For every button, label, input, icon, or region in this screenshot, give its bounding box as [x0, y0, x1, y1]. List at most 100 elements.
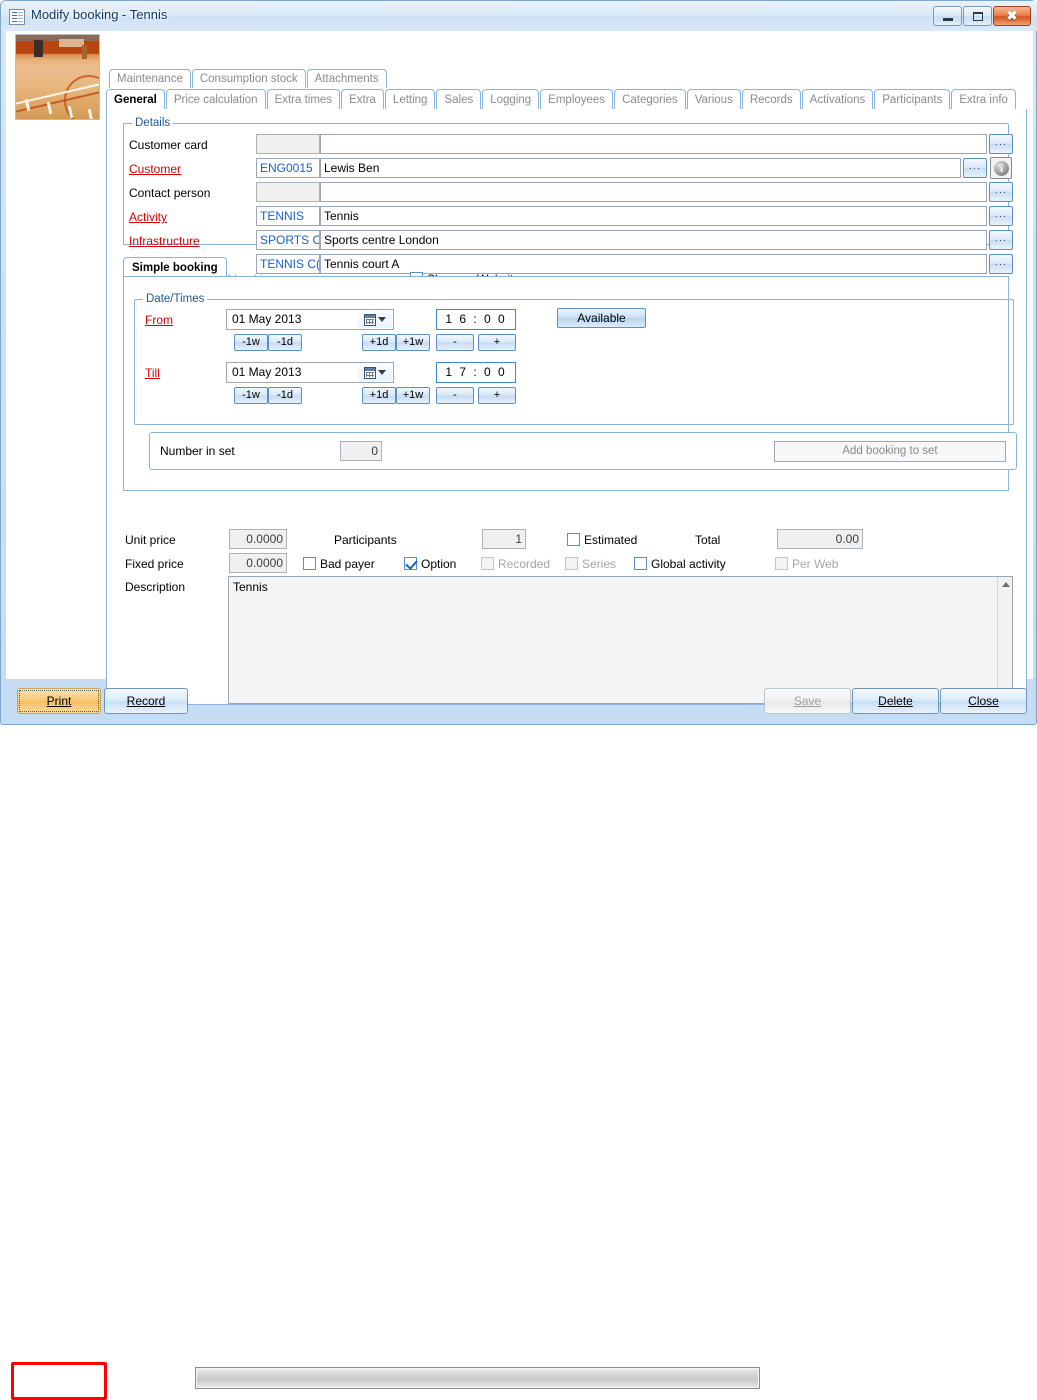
window-icon: [9, 9, 25, 25]
from-date-field[interactable]: 01 May 2013: [226, 309, 394, 330]
minimize-button[interactable]: [933, 6, 962, 26]
from-minus-day-button[interactable]: -1d: [268, 334, 302, 351]
activity-code-field[interactable]: TENNIS: [256, 206, 320, 226]
from-minus-week-button[interactable]: -1w: [234, 334, 268, 351]
infrastructure-browse-button[interactable]: ...: [989, 230, 1013, 250]
secondary-tab-row: Maintenance Consumption stock Attachments: [109, 69, 1029, 89]
till-plus-week-button[interactable]: +1w: [396, 387, 430, 404]
record-button[interactable]: Record: [104, 688, 188, 714]
unit-price-label: Unit price: [125, 533, 176, 547]
till-label[interactable]: Till: [145, 366, 160, 380]
activity-name-field[interactable]: Tennis: [320, 206, 987, 226]
delete-button[interactable]: Delete: [852, 688, 939, 714]
activity-browse-button[interactable]: ...: [989, 206, 1013, 226]
fixed-price-field[interactable]: 0.0000: [229, 553, 287, 573]
till-minus-day-button[interactable]: -1d: [268, 387, 302, 404]
available-button[interactable]: Available: [557, 308, 646, 328]
close-button-label: Close: [968, 694, 999, 708]
customer-label[interactable]: Customer: [129, 162, 181, 176]
customer-info-icon[interactable]: [990, 157, 1012, 179]
per-web-checkbox: Per Web: [775, 557, 838, 571]
customer-name-field[interactable]: Lewis Ben: [320, 158, 961, 178]
contact-person-browse-button[interactable]: ...: [989, 182, 1013, 202]
infrastructure-code-field[interactable]: SPORTS C: [256, 230, 320, 250]
add-booking-to-set-button[interactable]: Add booking to set: [774, 441, 1006, 462]
chevron-down-icon: [378, 317, 386, 322]
till-minus-week-button[interactable]: -1w: [234, 387, 268, 404]
till-plus-day-button[interactable]: +1d: [362, 387, 396, 404]
tab-simple-booking[interactable]: Simple booking: [123, 257, 227, 277]
tab-attachments[interactable]: Attachments: [307, 69, 387, 88]
tab-categories[interactable]: Categories: [614, 89, 686, 109]
participants-field[interactable]: 1: [482, 529, 526, 549]
estimated-checkbox-box[interactable]: [567, 533, 580, 546]
print-button[interactable]: Print: [17, 688, 101, 714]
date-times-caption: Date/Times: [143, 293, 207, 305]
estimated-checkbox[interactable]: Estimated: [567, 533, 637, 547]
booking-mode-tab-row: Simple booking: [123, 257, 1009, 277]
tab-participants[interactable]: Participants: [874, 89, 950, 109]
scroll-up-arrow-icon[interactable]: [998, 577, 1013, 592]
bad-payer-checkbox-box[interactable]: [303, 557, 316, 570]
tab-label: Letting: [393, 94, 428, 106]
maximize-button[interactable]: [963, 6, 992, 26]
till-date-value: 01 May 2013: [232, 365, 301, 379]
tab-various[interactable]: Various: [687, 89, 741, 109]
customer-card-browse-button[interactable]: ...: [989, 134, 1013, 154]
from-label[interactable]: From: [145, 313, 173, 327]
from-date-picker-button[interactable]: [358, 311, 392, 328]
customer-card-code-field[interactable]: [256, 134, 320, 154]
till-time-plus-button[interactable]: +: [478, 387, 516, 404]
option-checkbox-box[interactable]: [404, 557, 417, 570]
bad-payer-checkbox[interactable]: Bad payer: [303, 557, 375, 571]
tab-sales[interactable]: Sales: [436, 89, 481, 109]
footer-bar: Print Record Save Delete Close: [1, 679, 1037, 726]
save-button: Save: [764, 688, 851, 714]
close-window-button[interactable]: ✖: [993, 6, 1031, 26]
modify-booking-window: Modify booking - Tennis ✖ Maintenance: [0, 0, 1037, 725]
customer-code-field[interactable]: ENG0015: [256, 158, 320, 178]
unit-price-field[interactable]: 0.0000: [229, 529, 287, 549]
contact-person-name-field[interactable]: [320, 182, 987, 202]
till-time-minus-button[interactable]: -: [436, 387, 474, 404]
close-button[interactable]: Close: [940, 688, 1027, 714]
from-time-minus-button[interactable]: -: [436, 334, 474, 351]
till-date-field[interactable]: 01 May 2013: [226, 362, 394, 383]
contact-person-label: Contact person: [129, 186, 210, 200]
tab-activations[interactable]: Activations: [802, 89, 874, 109]
tab-letting[interactable]: Letting: [385, 89, 436, 109]
tab-price-calculation[interactable]: Price calculation: [166, 89, 266, 109]
tab-general[interactable]: General: [106, 89, 165, 109]
tab-label: Records: [750, 94, 793, 106]
print-button-label: Print: [47, 694, 72, 708]
number-in-set-field[interactable]: 0: [340, 441, 382, 461]
tab-consumption-stock[interactable]: Consumption stock: [192, 69, 306, 88]
customer-card-name-field[interactable]: [320, 134, 987, 154]
tab-maintenance[interactable]: Maintenance: [109, 69, 191, 88]
from-time-plus-button[interactable]: +: [478, 334, 516, 351]
series-checkbox-box: [565, 557, 578, 570]
tab-extra-times[interactable]: Extra times: [267, 89, 341, 109]
tab-label: Attachments: [315, 73, 379, 85]
global-activity-checkbox[interactable]: Global activity: [634, 557, 726, 571]
tab-employees[interactable]: Employees: [540, 89, 613, 109]
global-activity-checkbox-box[interactable]: [634, 557, 647, 570]
tab-extra[interactable]: Extra: [341, 89, 384, 109]
from-plus-week-button[interactable]: +1w: [396, 334, 430, 351]
from-plus-day-button[interactable]: +1d: [362, 334, 396, 351]
per-web-label: Per Web: [792, 557, 838, 571]
till-time-field[interactable]: 1 7 : 0 0: [436, 362, 516, 383]
tab-records[interactable]: Records: [742, 89, 801, 109]
from-time-field[interactable]: 1 6 : 0 0: [436, 309, 516, 330]
contact-person-code-field[interactable]: [256, 182, 320, 202]
tab-label: Maintenance: [117, 73, 183, 85]
infrastructure-label[interactable]: Infrastructure: [129, 234, 200, 248]
activity-label[interactable]: Activity: [129, 210, 167, 224]
participants-label: Participants: [334, 533, 397, 547]
tab-extra-info[interactable]: Extra info: [951, 89, 1016, 109]
tab-logging[interactable]: Logging: [482, 89, 539, 109]
infrastructure-name-field[interactable]: Sports centre London: [320, 230, 987, 250]
till-date-picker-button[interactable]: [358, 364, 392, 381]
customer-browse-button[interactable]: ...: [963, 158, 987, 178]
option-checkbox[interactable]: Option: [404, 557, 456, 571]
